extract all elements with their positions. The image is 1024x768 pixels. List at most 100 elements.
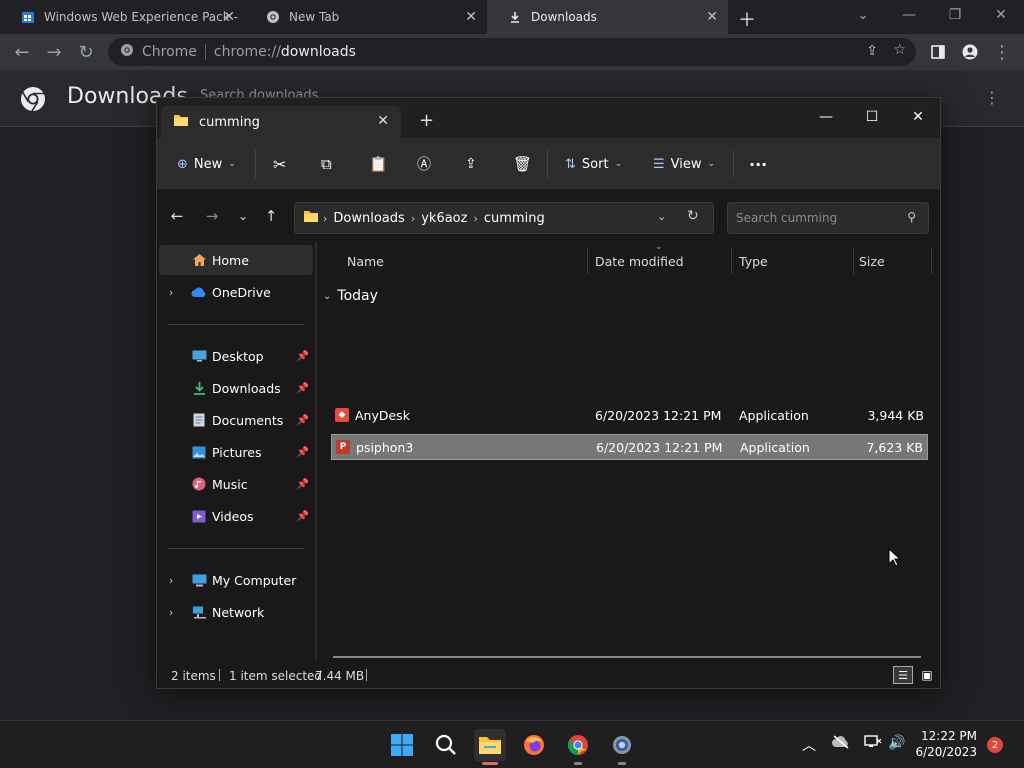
column-divider[interactable] (853, 248, 854, 274)
tab-downloads[interactable]: Downloads ✕ (487, 0, 728, 34)
rename-icon[interactable]: Ⓐ (417, 152, 431, 176)
downloads-menu-icon[interactable]: ⋮ (984, 88, 1000, 107)
forward-arrow-icon[interactable]: → (42, 40, 66, 64)
notification-badge[interactable]: 2 (987, 737, 1003, 753)
close-tab-icon[interactable]: ✕ (706, 9, 718, 25)
up-arrow-icon[interactable]: ↑ (261, 206, 281, 226)
column-header-size[interactable]: Size (859, 254, 885, 269)
tab-search-chevron-icon[interactable]: ⌄ (840, 0, 886, 30)
profile-avatar-icon[interactable] (958, 40, 982, 64)
pin-icon: 📌 (296, 414, 309, 426)
back-arrow-icon[interactable]: ← (167, 206, 187, 226)
column-header-date[interactable]: Date modified (595, 254, 684, 269)
close-tab-icon[interactable]: ✕ (377, 113, 389, 129)
search-input[interactable]: Search cumming ⚲ (727, 202, 929, 234)
breadcrumb-downloads[interactable]: Downloads (333, 211, 404, 226)
tiles-view-icon[interactable]: ▣ (917, 666, 937, 684)
reload-icon[interactable]: ↻ (74, 40, 98, 64)
status-bar: 2 items 1 item selected 7.44 MB ☰ ▣ (157, 662, 940, 688)
site-info-chip[interactable]: Chrome (120, 43, 197, 61)
nav-item-videos[interactable]: Videos 📌 (159, 501, 313, 531)
nav-item-desktop[interactable]: Desktop 📌 (159, 341, 313, 371)
settings-gear-icon[interactable] (606, 729, 638, 765)
column-divider[interactable] (931, 248, 932, 274)
nav-item-network[interactable]: › Network (159, 597, 313, 627)
show-hidden-icons-chevron-icon[interactable]: ︿ (802, 735, 816, 755)
table-row[interactable]: P psiphon3 6/20/2023 12:21 PM Applicatio… (331, 434, 928, 460)
pin-icon: 📌 (296, 446, 309, 458)
paste-icon[interactable]: 📋 (369, 152, 388, 176)
search-icon[interactable] (430, 729, 462, 761)
tab-windows-web-experience[interactable]: Windows Web Experience Pack - ✕ (0, 0, 245, 34)
side-panel-icon[interactable] (926, 40, 950, 64)
taskbar: ︿ 🔊 12:22 PM 6/20/2023 2 (0, 720, 1024, 768)
forward-arrow-icon[interactable]: → (202, 206, 222, 226)
nav-item-onedrive[interactable]: › OneDrive (159, 277, 313, 307)
nav-item-home[interactable]: Home (159, 245, 313, 275)
chevron-right-icon[interactable]: › (169, 574, 173, 587)
close-tab-icon[interactable]: ✕ (223, 9, 235, 25)
nav-label: Network (212, 604, 265, 620)
nav-item-pictures[interactable]: Pictures 📌 (159, 437, 313, 467)
recent-locations-chevron-icon[interactable]: ⌄ (233, 206, 253, 226)
volume-icon[interactable]: 🔊 (888, 735, 905, 751)
more-options-icon[interactable]: ··· (749, 152, 767, 176)
details-view-icon[interactable]: ☰ (893, 666, 913, 684)
new-tab-button[interactable]: + (419, 110, 434, 131)
new-button[interactable]: ⊕ New ⌄ (177, 152, 236, 176)
nav-item-downloads[interactable]: Downloads 📌 (159, 373, 313, 403)
file-explorer-taskbar-icon[interactable] (474, 729, 506, 765)
restore-button[interactable]: ❐ (932, 0, 978, 30)
explorer-tab[interactable]: cumming ✕ (161, 106, 401, 138)
share-icon[interactable]: ⇪ (866, 43, 878, 59)
breadcrumb-yk6aoz[interactable]: yk6aoz (421, 211, 467, 226)
minimize-button[interactable]: — (803, 102, 849, 132)
new-tab-button[interactable]: ＋ (738, 6, 756, 32)
delete-icon[interactable]: 🗑 (513, 152, 532, 176)
address-bar[interactable]: Chrome chrome://downloads ⇪ ☆ (108, 38, 916, 66)
chrome-menu-icon[interactable]: ⋮ (990, 40, 1014, 64)
nav-label: Videos (212, 508, 254, 524)
close-window-button[interactable]: ✕ (978, 0, 1024, 30)
start-windows-icon[interactable] (386, 729, 418, 761)
close-window-button[interactable]: ✕ (895, 102, 941, 132)
horizontal-scrollbar[interactable] (333, 656, 921, 658)
sort-indicator-chevron-icon: ⌄ (655, 242, 663, 252)
pin-icon: 📌 (296, 382, 309, 394)
copy-icon[interactable]: ⧉ (321, 152, 332, 176)
sort-button[interactable]: ⇅ Sort ⌄ (565, 152, 622, 176)
view-button[interactable]: ☰ View ⌄ (653, 152, 715, 176)
minimize-button[interactable]: — (886, 0, 932, 30)
column-divider[interactable] (731, 248, 732, 274)
group-header-today[interactable]: ⌄ Today (323, 288, 378, 304)
chevron-right-icon[interactable]: › (169, 286, 173, 299)
share-icon[interactable]: ⇪ (465, 152, 477, 176)
chrome-icon (120, 43, 134, 61)
mouse-cursor-icon (888, 547, 902, 572)
close-tab-icon[interactable]: ✕ (465, 9, 477, 25)
sort-label: Sort (581, 156, 609, 172)
nav-item-my-computer[interactable]: › My Computer (159, 565, 313, 595)
file-name: psiphon3 (356, 440, 414, 455)
breadcrumb[interactable]: › Downloads › yk6aoz › cumming ⌄ ↻ (294, 202, 714, 234)
cut-icon[interactable]: ✂ (273, 152, 286, 176)
system-clock[interactable]: 12:22 PM 6/20/2023 (915, 728, 977, 760)
table-row[interactable]: ◆ AnyDesk 6/20/2023 12:21 PM Application… (331, 403, 928, 429)
tab-new-tab[interactable]: New Tab ✕ (245, 0, 487, 34)
breadcrumb-cumming[interactable]: cumming (484, 211, 545, 226)
column-header-type[interactable]: Type (739, 254, 768, 269)
chrome-taskbar-icon[interactable] (562, 729, 594, 765)
bookmark-star-icon[interactable]: ☆ (893, 42, 906, 58)
nav-item-documents[interactable]: Documents 📌 (159, 405, 313, 435)
column-divider[interactable] (587, 248, 588, 274)
back-arrow-icon[interactable]: ← (10, 40, 34, 64)
chevron-right-icon[interactable]: › (169, 606, 173, 619)
address-history-chevron-icon[interactable]: ⌄ (657, 210, 666, 223)
maximize-button[interactable]: ☐ (849, 102, 895, 132)
nav-item-music[interactable]: Music 📌 (159, 469, 313, 499)
column-header-name[interactable]: Name (347, 254, 384, 269)
refresh-icon[interactable]: ↻ (687, 208, 699, 224)
onedrive-offline-icon[interactable] (832, 735, 850, 753)
firefox-icon[interactable] (518, 729, 550, 761)
network-status-icon[interactable] (864, 735, 882, 753)
